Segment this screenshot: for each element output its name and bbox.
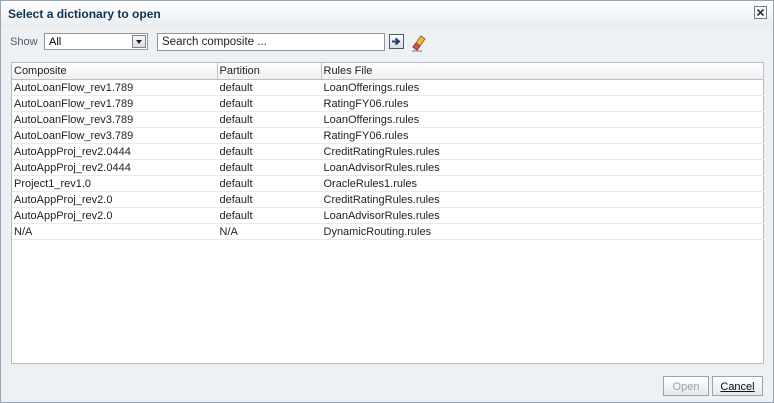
cell-rules-file: RatingFY06.rules — [321, 127, 763, 144]
cell-composite: AutoAppProj_rev2.0444 — [12, 143, 217, 160]
table-row[interactable]: AutoLoanFlow_rev1.789 default LoanOfferi… — [12, 79, 763, 96]
cell-rules-file: DynamicRouting.rules — [321, 223, 763, 240]
cell-partition: N/A — [217, 223, 321, 240]
cell-rules-file: CreditRatingRules.rules — [321, 143, 763, 160]
table-row[interactable]: AutoAppProj_rev2.0444 default LoanAdviso… — [12, 159, 763, 176]
cell-composite: AutoAppProj_rev2.0 — [12, 191, 217, 208]
cell-composite: AutoLoanFlow_rev1.789 — [12, 95, 217, 112]
cell-partition: default — [217, 95, 321, 112]
select-dictionary-dialog: Select a dictionary to open Show All Sea… — [0, 0, 774, 403]
table-row[interactable]: AutoAppProj_rev2.0 default LoanAdvisorRu… — [12, 207, 763, 224]
cell-composite: AutoLoanFlow_rev3.789 — [12, 127, 217, 144]
table-row[interactable]: AutoAppProj_rev2.0444 default CreditRati… — [12, 143, 763, 160]
cell-composite: AutoAppProj_rev2.0 — [12, 207, 217, 224]
table-row[interactable]: AutoLoanFlow_rev3.789 default RatingFY06… — [12, 127, 763, 144]
table-row[interactable]: N/A N/A DynamicRouting.rules — [12, 223, 763, 240]
cell-rules-file: LoanAdvisorRules.rules — [321, 159, 763, 176]
cell-rules-file: OracleRules1.rules — [321, 175, 763, 192]
cell-composite: AutoAppProj_rev2.0444 — [12, 159, 217, 176]
table-row[interactable]: Project1_rev1.0 default OracleRules1.rul… — [12, 175, 763, 192]
search-go-button[interactable] — [389, 34, 404, 49]
cell-partition: default — [217, 159, 321, 176]
cell-composite: AutoLoanFlow_rev1.789 — [12, 79, 217, 96]
cell-composite: N/A — [12, 223, 217, 240]
clear-search-eraser-icon[interactable] — [409, 32, 429, 52]
cell-composite: Project1_rev1.0 — [12, 175, 217, 192]
cell-partition: default — [217, 191, 321, 208]
cell-rules-file: LoanOfferings.rules — [321, 79, 763, 96]
table-row[interactable]: AutoAppProj_rev2.0 default CreditRatingR… — [12, 191, 763, 208]
column-header-partition[interactable]: Partition — [217, 63, 322, 80]
cell-rules-file: LoanAdvisorRules.rules — [321, 207, 763, 224]
cell-rules-file: LoanOfferings.rules — [321, 111, 763, 128]
cell-partition: default — [217, 175, 321, 192]
cell-rules-file: RatingFY06.rules — [321, 95, 763, 112]
close-icon[interactable] — [754, 6, 767, 19]
cell-partition: default — [217, 111, 321, 128]
cell-partition: default — [217, 207, 321, 224]
arrow-right-icon — [392, 37, 401, 46]
cell-composite: AutoLoanFlow_rev3.789 — [12, 111, 217, 128]
search-composite-input[interactable] — [157, 33, 385, 51]
table-header-row: Composite Partition Rules File — [12, 63, 764, 80]
chevron-down-icon[interactable] — [132, 35, 146, 48]
table-row[interactable]: AutoLoanFlow_rev1.789 default RatingFY06… — [12, 95, 763, 112]
cell-partition: default — [217, 79, 321, 96]
open-button[interactable]: Open — [663, 376, 709, 396]
filter-toolbar: Show All — [1, 32, 773, 54]
cancel-button[interactable]: Cancel — [712, 376, 763, 396]
column-header-composite[interactable]: Composite — [12, 63, 218, 80]
show-label: Show — [10, 36, 38, 48]
cell-partition: default — [217, 143, 321, 160]
cell-partition: default — [217, 127, 321, 144]
dialog-titlebar: Select a dictionary to open — [1, 1, 773, 27]
column-header-rules-file[interactable]: Rules File — [321, 63, 764, 80]
table-row[interactable]: AutoLoanFlow_rev3.789 default LoanOfferi… — [12, 111, 763, 128]
dictionary-table: Composite Partition Rules File AutoLoanF… — [11, 62, 764, 364]
dialog-title: Select a dictionary to open — [8, 7, 161, 21]
cell-rules-file: CreditRatingRules.rules — [321, 191, 763, 208]
show-dropdown-value: All — [49, 36, 62, 48]
show-dropdown[interactable]: All — [44, 33, 148, 50]
